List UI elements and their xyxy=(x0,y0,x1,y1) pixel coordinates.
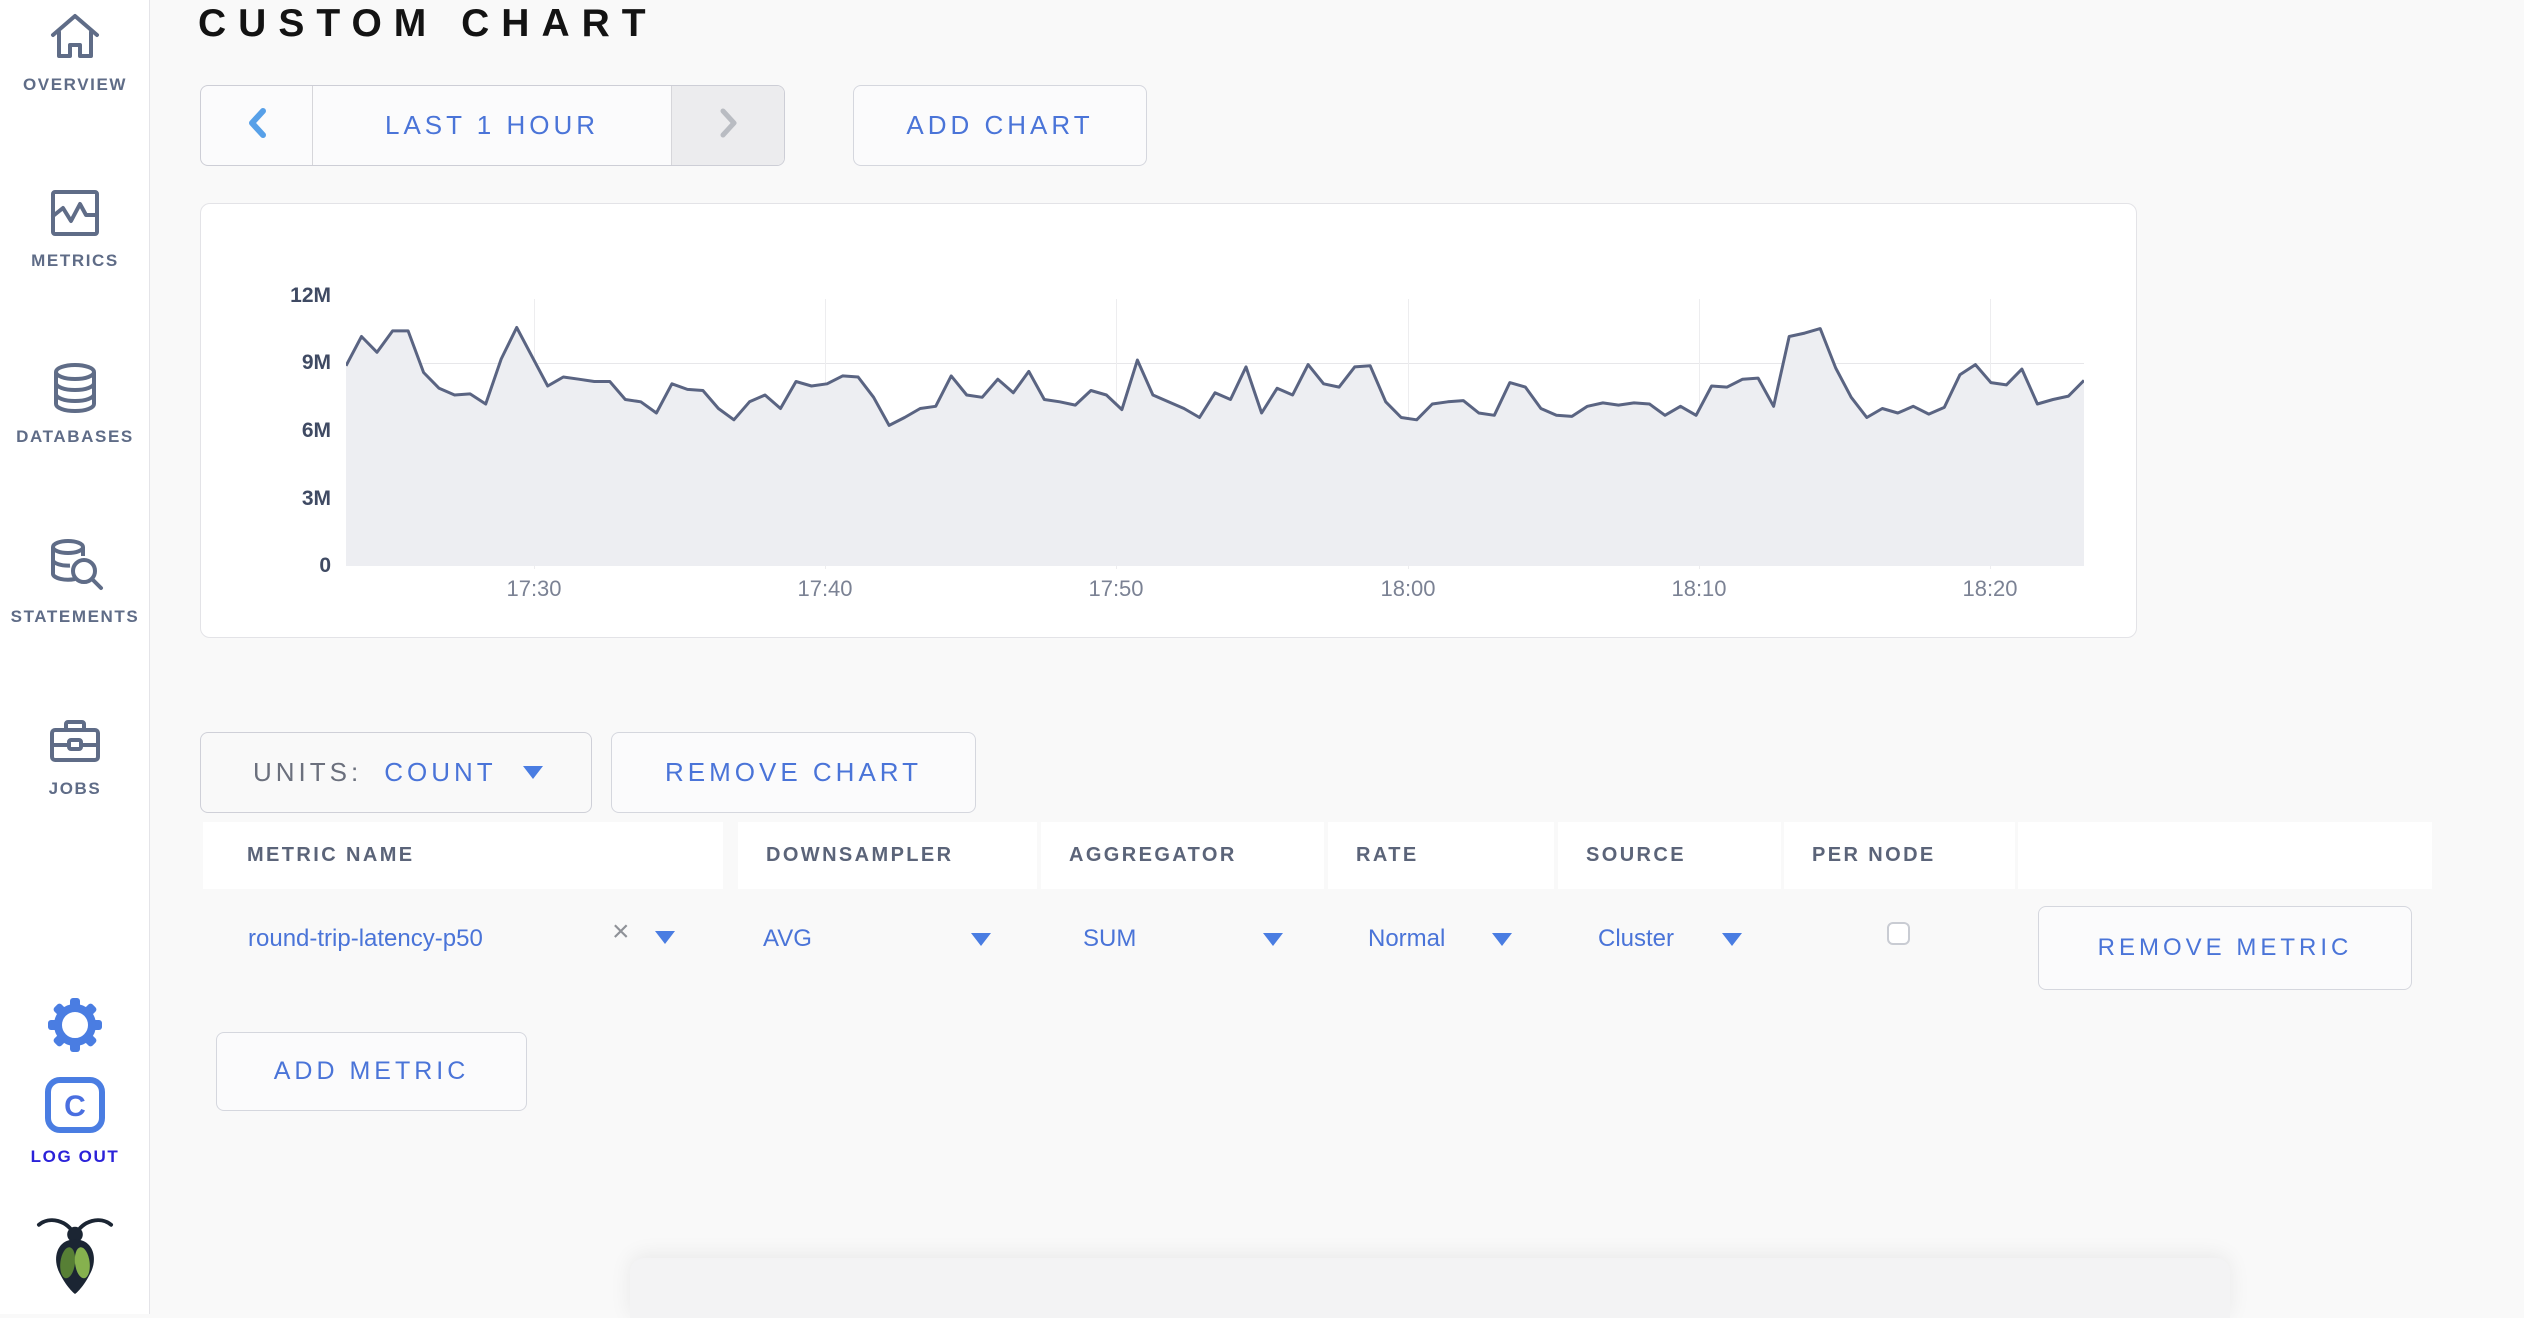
sidebar-logo xyxy=(0,1212,150,1301)
column-header-source: SOURCE xyxy=(1558,822,1781,889)
rate-value: Normal xyxy=(1368,925,1446,952)
sidebar-item-label: DATABASES xyxy=(16,427,134,446)
sidebar-item-settings[interactable] xyxy=(0,998,150,1057)
chart-area-fill xyxy=(346,327,2084,566)
caret-down-icon xyxy=(1263,932,1283,946)
sidebar-item-logout[interactable]: C LOG OUT xyxy=(0,1076,150,1167)
metric-table-row: round-trip-latency-p50 × AVG SUM Normal … xyxy=(150,889,2524,1009)
add-metric-button[interactable]: ADD METRIC xyxy=(216,1032,527,1111)
sidebar: OVERVIEW METRICS DATABASES STATEMENTS JO… xyxy=(0,0,150,1314)
sidebar-item-metrics[interactable]: METRICS xyxy=(0,188,150,271)
time-range-label-button[interactable]: LAST 1 HOUR xyxy=(312,86,672,165)
time-range-prev-button[interactable] xyxy=(201,86,312,165)
aggregator-value: SUM xyxy=(1083,925,1137,952)
column-header-empty xyxy=(2018,822,2432,889)
x-tick-label: 18:10 xyxy=(1671,576,1727,601)
add-chart-button[interactable]: ADD CHART xyxy=(853,85,1147,166)
rate-dropdown[interactable]: Normal xyxy=(1368,925,1512,953)
column-header-metric-name: METRIC NAME xyxy=(203,822,723,889)
per-node-checkbox[interactable] xyxy=(1887,922,1910,945)
main-content: CUSTOM CHART LAST 1 HOUR ADD CHART 12M 9… xyxy=(150,0,2524,1318)
next-chart-card-edge xyxy=(630,1258,2230,1318)
x-tick-label: 17:30 xyxy=(506,576,562,601)
cockroachdb-bug-logo xyxy=(36,1212,114,1301)
time-range-next-button[interactable] xyxy=(672,86,784,165)
column-header-per-node: PER NODE xyxy=(1784,822,2015,889)
y-tick-label: 0 xyxy=(319,554,331,577)
aggregator-dropdown[interactable]: SUM xyxy=(1083,925,1283,953)
time-range-label: LAST 1 HOUR xyxy=(384,110,599,140)
downsampler-dropdown[interactable]: AVG xyxy=(763,925,991,953)
page-title: CUSTOM CHART xyxy=(198,2,658,45)
source-dropdown[interactable]: Cluster xyxy=(1598,925,1742,953)
gear-icon xyxy=(48,998,102,1057)
clear-metric-icon[interactable]: × xyxy=(612,917,630,947)
sidebar-item-databases[interactable]: DATABASES xyxy=(0,362,150,447)
y-tick-label: 6M xyxy=(301,419,331,442)
sidebar-item-statements[interactable]: STATEMENTS xyxy=(0,538,150,627)
units-label: UNITS: xyxy=(253,757,363,787)
downsampler-value: AVG xyxy=(763,925,812,952)
caret-down-icon xyxy=(971,932,991,946)
sidebar-item-jobs[interactable]: JOBS xyxy=(0,716,150,799)
logout-label: LOG OUT xyxy=(30,1147,120,1166)
sidebar-item-overview[interactable]: OVERVIEW xyxy=(0,10,150,95)
sidebar-item-label: OVERVIEW xyxy=(22,75,128,94)
x-tick-label: 17:50 xyxy=(1088,576,1144,601)
metric-name-caret-down-icon[interactable] xyxy=(655,931,675,944)
column-header-rate: RATE xyxy=(1328,822,1554,889)
statements-icon xyxy=(46,538,104,599)
remove-metric-button[interactable]: REMOVE METRIC xyxy=(2038,906,2412,990)
cockroach-c-icon: C xyxy=(44,1076,106,1139)
timeseries-chart[interactable] xyxy=(346,296,2084,568)
svg-text:C: C xyxy=(64,1090,86,1123)
caret-down-icon xyxy=(522,766,543,779)
time-range-selector: LAST 1 HOUR xyxy=(200,85,785,166)
home-icon xyxy=(46,10,104,67)
units-dropdown[interactable]: UNITS: COUNT xyxy=(200,732,592,813)
metrics-icon xyxy=(49,188,101,243)
chevron-right-icon xyxy=(716,106,740,145)
y-tick-label: 3M xyxy=(301,487,331,510)
y-tick-label: 12M xyxy=(290,284,331,307)
x-tick-label: 18:00 xyxy=(1380,576,1436,601)
database-icon xyxy=(48,362,102,419)
column-header-aggregator: AGGREGATOR xyxy=(1041,822,1324,889)
caret-down-icon xyxy=(1722,932,1742,946)
caret-down-icon xyxy=(1492,932,1512,946)
sidebar-item-label: JOBS xyxy=(48,779,102,798)
sidebar-item-label: STATEMENTS xyxy=(10,607,140,626)
source-value: Cluster xyxy=(1598,925,1675,952)
y-tick-label: 9M xyxy=(301,351,331,374)
chart-card: 12M 9M 6M 3M 0 17:30 17:40 17:50 18:00 1… xyxy=(200,203,2137,638)
x-tick-label: 17:40 xyxy=(797,576,853,601)
remove-chart-button[interactable]: REMOVE CHART xyxy=(611,732,976,813)
x-tick-label: 18:20 xyxy=(1962,576,2018,601)
jobs-icon xyxy=(47,716,103,771)
column-header-downsampler: DOWNSAMPLER xyxy=(738,822,1037,889)
chevron-left-icon xyxy=(245,106,269,145)
sidebar-item-label: METRICS xyxy=(31,251,119,270)
units-value: COUNT xyxy=(384,757,497,787)
metric-name-value[interactable]: round-trip-latency-p50 xyxy=(248,925,483,953)
